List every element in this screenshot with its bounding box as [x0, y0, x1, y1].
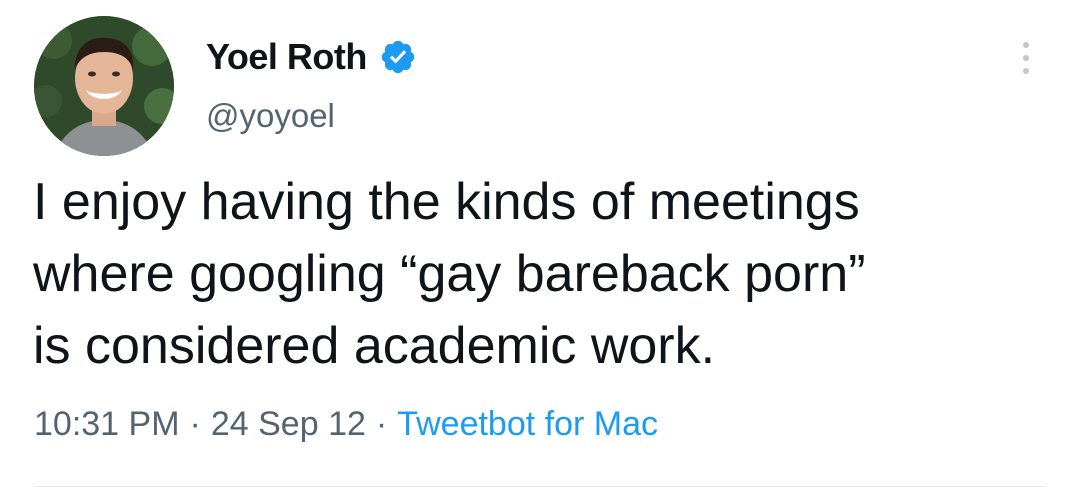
- more-options-icon[interactable]: [1014, 40, 1038, 76]
- tweet-date[interactable]: 24 Sep 12: [211, 405, 366, 443]
- tweet-card: Yoel Roth @yoyoel I enjoy having the kin…: [0, 0, 1080, 489]
- display-name[interactable]: Yoel Roth: [206, 36, 367, 78]
- divider: [34, 486, 1046, 487]
- avatar-photo: [34, 16, 174, 156]
- tweet-text: I enjoy having the kinds of meetings whe…: [33, 166, 1043, 382]
- tweet-text-line: where googling “gay bareback porn”: [33, 245, 866, 303]
- tweet-time[interactable]: 10:31 PM: [34, 405, 180, 443]
- tweet-text-line: I enjoy having the kinds of meetings: [33, 173, 860, 231]
- tweet-text-line: is considered academic work.: [33, 317, 716, 375]
- author-row: Yoel Roth: [206, 36, 417, 78]
- author-handle[interactable]: @yoyoel: [206, 97, 335, 135]
- separator: ·: [189, 405, 201, 443]
- separator: ·: [375, 405, 388, 443]
- avatar[interactable]: [34, 16, 174, 156]
- verified-badge-icon: [379, 38, 417, 76]
- tweet-metadata: 10:31 PM · 24 Sep 12 · Tweetbot for Mac: [34, 405, 658, 444]
- tweet-source-link[interactable]: Tweetbot for Mac: [397, 405, 658, 443]
